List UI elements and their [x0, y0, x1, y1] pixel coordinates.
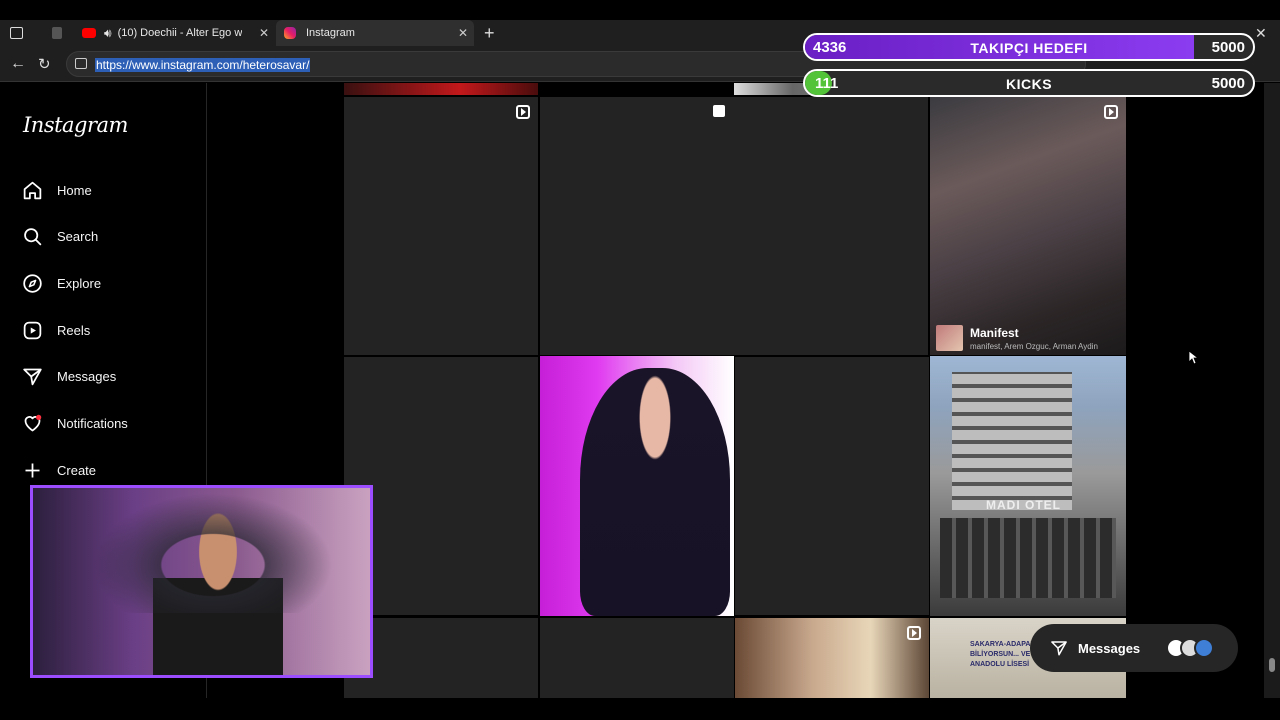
instagram-logo[interactable]: Instagram: [23, 113, 128, 137]
music-thumbnail: [936, 325, 963, 351]
goal-target: 5000: [1211, 39, 1245, 56]
goal-title: KICKS: [1005, 76, 1053, 92]
tab-placeholder-icon[interactable]: [52, 27, 62, 39]
post-tile[interactable]: [540, 618, 734, 698]
avatar: [1194, 638, 1214, 658]
post-tile[interactable]: [540, 97, 928, 355]
tab-youtube[interactable]: 🔊︎ (10) Doechii - Alter Ego with ✕: [82, 20, 272, 46]
close-window-icon[interactable]: ✕: [1255, 25, 1267, 42]
messages-icon: [1051, 641, 1067, 656]
post-tile-hotel[interactable]: MADI OTEL: [930, 356, 1126, 616]
messages-floating-button[interactable]: Messages: [1030, 624, 1238, 672]
mouse-cursor-icon: [1189, 351, 1199, 365]
search-icon: [24, 227, 42, 245]
post-tile[interactable]: [735, 357, 929, 615]
post-tile-manifest[interactable]: Manifest manifest, Arem Ozguc, Arman Ayd…: [930, 97, 1126, 355]
speaker-icon[interactable]: 🔊︎: [104, 26, 112, 41]
nav-label: Messages: [57, 368, 117, 384]
nav-label: Create: [57, 462, 97, 478]
new-tab-icon[interactable]: +: [484, 23, 495, 44]
page-scrollbar[interactable]: [1264, 83, 1280, 698]
close-tab-icon[interactable]: ✕: [458, 26, 468, 40]
post-tile[interactable]: [344, 618, 538, 698]
reel-icon: [907, 626, 921, 640]
hotel-sign: MADI OTEL: [986, 498, 1061, 512]
webcam-wings: [93, 493, 333, 613]
post-tile-woman[interactable]: [540, 356, 734, 616]
nav-label: Home: [57, 182, 92, 198]
reel-icon: [1104, 105, 1118, 119]
plus-icon: [25, 463, 40, 477]
nav-label: Notifications: [57, 415, 128, 431]
youtube-icon: [82, 28, 96, 38]
tab-instagram[interactable]: Instagram ✕: [276, 20, 474, 46]
nav-reels[interactable]: Reels: [22, 318, 90, 342]
messages-label: Messages: [1078, 640, 1141, 656]
streamer-webcam: [30, 485, 373, 678]
reload-icon[interactable]: ↻: [38, 55, 51, 73]
nav-messages[interactable]: Messages: [22, 364, 116, 388]
post-title: Manifest: [970, 326, 1019, 340]
nav-search[interactable]: Search: [22, 224, 98, 248]
post-tile[interactable]: [735, 618, 929, 698]
post-tile[interactable]: [344, 357, 538, 615]
post-tile[interactable]: [344, 97, 538, 355]
hotel-entrance: [940, 518, 1116, 598]
building-facade: [952, 372, 1072, 510]
home-icon: [23, 181, 42, 199]
reel-icon: [516, 105, 530, 119]
tab-label: (10) Doechii - Alter Ego with: [117, 27, 242, 39]
scrollbar-thumb[interactable]: [1269, 658, 1275, 672]
nav-explore[interactable]: Explore: [22, 271, 101, 295]
goal-title: TAKIPÇI HEDEFI: [970, 40, 1088, 56]
reels-icon: [23, 321, 42, 339]
url-text: https://www.instagram.com/heterosavar/: [95, 58, 311, 72]
post-subtitle: manifest, Arem Ozguc, Arman Aydin: [970, 342, 1098, 351]
nav-notifications[interactable]: Notifications: [22, 411, 128, 435]
goal-target: 5000: [1211, 75, 1245, 92]
carousel-icon: [713, 105, 725, 117]
nav-label: Explore: [57, 275, 102, 291]
instagram-icon: [284, 27, 296, 39]
sidebar-toggle-icon[interactable]: [10, 27, 23, 39]
site-info-icon[interactable]: [75, 58, 87, 69]
person-photo: [580, 368, 730, 616]
back-icon[interactable]: ←: [10, 55, 26, 73]
kicks-goal-bar: 111 KICKS 5000: [803, 69, 1255, 97]
close-tab-icon[interactable]: ✕: [259, 26, 269, 40]
post-tile[interactable]: [344, 83, 538, 95]
follower-goal-bar: 4336 TAKIPÇI HEDEFI 5000: [803, 33, 1255, 61]
nav-create[interactable]: Create: [22, 458, 96, 482]
nav-home[interactable]: Home: [22, 178, 92, 202]
messages-icon: [23, 368, 42, 385]
nav-label: Reels: [57, 322, 91, 338]
compass-icon: [23, 273, 42, 293]
nav-label: Search: [57, 228, 99, 244]
tab-label: Instagram: [306, 27, 355, 39]
heart-icon: [24, 414, 42, 431]
avatar-stack: [1166, 638, 1222, 658]
